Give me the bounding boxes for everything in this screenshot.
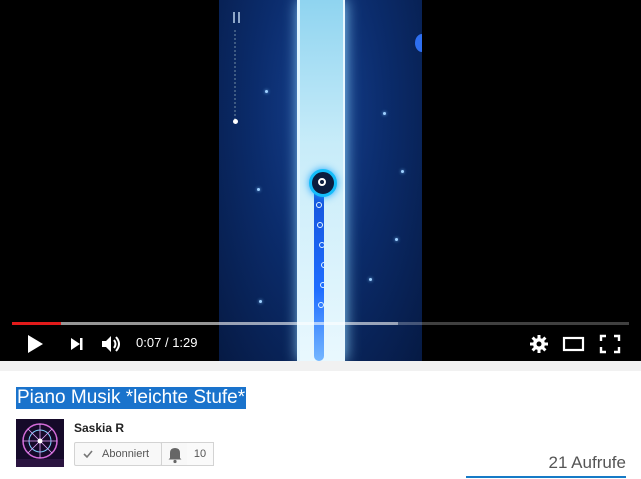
progress-played xyxy=(12,322,61,325)
play-icon xyxy=(28,335,43,353)
fullscreen-icon xyxy=(599,334,621,354)
note-bead xyxy=(319,242,325,248)
video-info-panel: Piano Musik *leichte Stufe* Saskia R Abo… xyxy=(0,371,641,479)
level-progress-marker xyxy=(233,119,238,124)
ferris-wheel-avatar-image xyxy=(16,419,64,467)
time-display: 0:07 / 1:29 xyxy=(136,335,198,350)
bell-icon xyxy=(168,448,182,464)
star xyxy=(369,278,372,281)
star xyxy=(401,170,404,173)
player-orb xyxy=(309,169,337,197)
fullscreen-button[interactable] xyxy=(599,334,621,354)
view-count: 21 Aufrufe xyxy=(548,453,626,472)
level-progress-dots xyxy=(234,30,238,120)
subscribe-label: Abonniert xyxy=(102,448,150,460)
channel-avatar[interactable] xyxy=(16,419,64,467)
note-bead xyxy=(317,222,323,228)
note-bead xyxy=(320,282,326,288)
channel-name[interactable]: Saskia R xyxy=(74,421,124,435)
subscribe-button[interactable]: Abonniert xyxy=(74,442,162,466)
lane-divider-left xyxy=(297,0,300,361)
note-bead xyxy=(321,262,327,268)
checkmark-icon xyxy=(83,450,93,459)
star xyxy=(265,90,268,93)
note-bubble xyxy=(415,34,422,52)
pause-icon xyxy=(233,12,240,23)
view-count-underline xyxy=(466,476,626,478)
volume-button[interactable] xyxy=(100,334,124,354)
settings-button[interactable] xyxy=(528,334,550,354)
note-trail xyxy=(314,183,324,361)
star xyxy=(257,188,260,191)
note-bead xyxy=(318,302,324,308)
progress-bar[interactable] xyxy=(12,322,629,325)
volume-icon xyxy=(102,336,120,352)
video-title[interactable]: Piano Musik *leichte Stufe* xyxy=(16,387,247,409)
subscriber-count: 10 xyxy=(187,442,214,466)
lane-divider-right xyxy=(343,0,345,361)
next-icon xyxy=(71,338,83,350)
video-frame[interactable] xyxy=(219,0,422,361)
star xyxy=(259,300,262,303)
video-player[interactable]: 0:07 / 1:29 xyxy=(0,0,641,361)
theater-mode-icon xyxy=(562,336,585,352)
time-separator: / xyxy=(164,335,169,350)
progress-buffered xyxy=(12,322,398,325)
play-button[interactable] xyxy=(26,334,44,354)
theater-mode-button[interactable] xyxy=(562,334,586,354)
note-bead xyxy=(316,202,322,208)
notification-bell-button[interactable] xyxy=(161,442,188,466)
star xyxy=(395,238,398,241)
gear-icon xyxy=(530,335,548,353)
duration: 1:29 xyxy=(172,335,198,350)
current-time: 0:07 xyxy=(136,335,162,350)
next-button[interactable] xyxy=(68,334,86,354)
star xyxy=(383,112,386,115)
